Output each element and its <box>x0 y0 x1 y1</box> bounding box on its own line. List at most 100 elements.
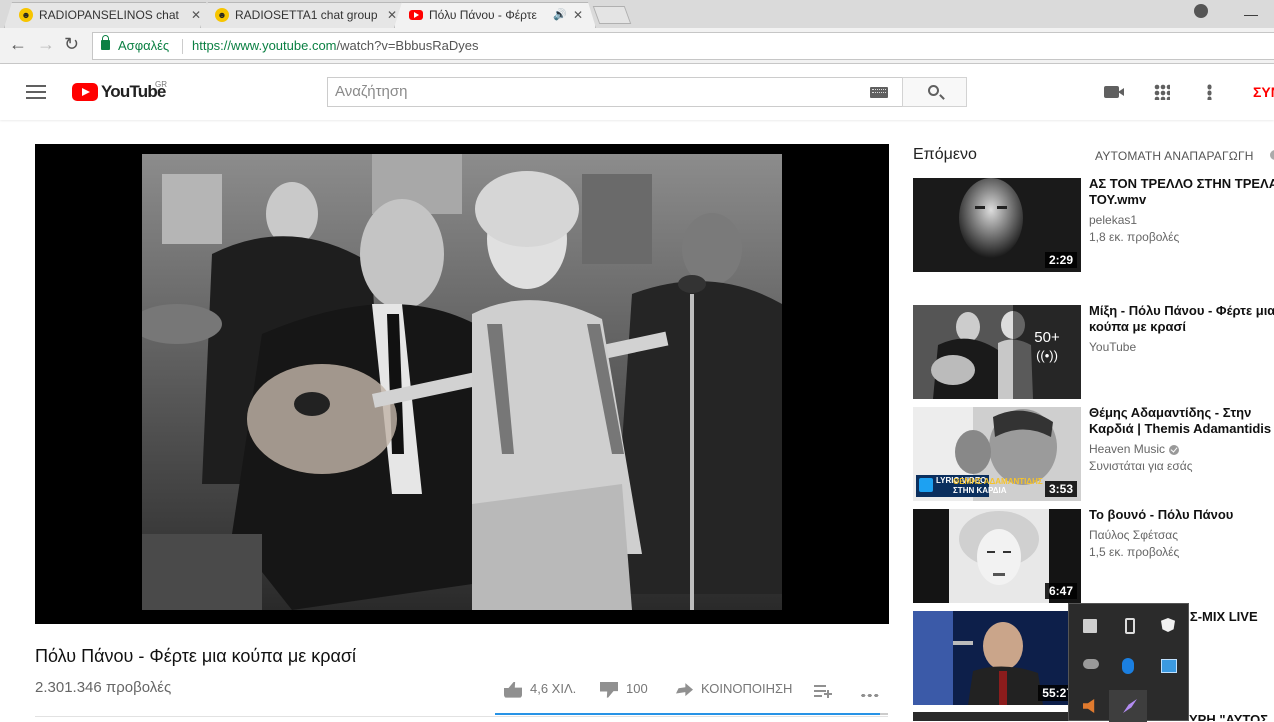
speaker-icon[interactable]: 🔊 <box>553 3 567 27</box>
recommended-video[interactable]: LYRIC VIDEO ΘΕΜΗΣ ΑΔΑΜΑΝΤΙΔΗΣ ΣΤΗΝ ΚΑΡΔΙ… <box>913 405 1274 502</box>
video-info: Το βουνό - Πόλυ Πάνου Παύλος Σφέτσας 1,5… <box>1089 507 1274 559</box>
profile-icon[interactable] <box>1194 4 1208 18</box>
more-horizontal-icon <box>860 693 880 699</box>
video-thumbnail[interactable] <box>913 712 1081 721</box>
like-dislike-bar <box>495 713 888 715</box>
settings-more-icon[interactable] <box>1207 84 1212 100</box>
tab-title: Πόλυ Πάνου - Φέρτε <box>429 8 537 22</box>
back-arrow-icon[interactable]: ← <box>9 34 27 55</box>
system-tray-overflow <box>1068 603 1189 722</box>
browser-tab-active[interactable]: Πόλυ Πάνου - Φέρτε 🔊 ✕ <box>394 2 596 28</box>
verified-check-icon <box>1169 444 1180 455</box>
add-to-playlist-icon <box>814 683 832 698</box>
share-button[interactable]: ΚΟΙΝΟΠΟΙΗΣΗ <box>676 681 793 697</box>
forward-arrow-icon[interactable]: → <box>37 34 55 55</box>
channel-name: Παύλος Σφέτσας <box>1089 528 1179 542</box>
search-icon <box>928 85 939 96</box>
mix-count: 50+ <box>1034 329 1060 346</box>
keyboard-icon[interactable] <box>870 87 888 98</box>
like-button[interactable]: 4,6 ΧΙΛ. <box>504 681 576 698</box>
video-info: Θέμης Αδαμαντίδης - Στην Καρδιά | Themis… <box>1089 405 1274 473</box>
youtube-favicon-icon <box>409 10 423 20</box>
lock-icon <box>101 35 110 50</box>
video-title[interactable]: ΑΣ ΤΟΝ ΤΡΕΛΛΟ ΣΤΗΝ ΤΡΕΛΑ ΤΟΥ.wmv <box>1089 176 1274 208</box>
video-info: Μίξη - Πόλυ Πάνου - Φέρτε μια κούπα με κ… <box>1089 303 1274 354</box>
video-thumbnail[interactable]: 2:29 <box>913 178 1081 272</box>
network-window-icon[interactable] <box>1161 659 1177 673</box>
tab-close-icon[interactable]: ✕ <box>573 3 583 27</box>
youtube-masthead: YouTube GR Αναζήτηση ΣΥΝ <box>0 64 1274 120</box>
tab-close-icon[interactable]: ✕ <box>191 3 201 27</box>
search-placeholder: Αναζήτηση <box>335 83 408 100</box>
channel-name: YouTube <box>1089 340 1137 354</box>
browser-toolbar: ← → ↻ Ασφαλές https://www.youtube.com/wa… <box>0 28 1274 64</box>
music-note-icon <box>919 478 933 492</box>
video-info: ΑΣ ΤΟΝ ΤΡΕΛΛΟ ΣΤΗΝ ΤΡΕΛΑ ΤΟΥ.wmv pelekas… <box>1089 176 1274 244</box>
thumbs-up-icon <box>504 681 522 698</box>
reload-icon[interactable]: ↻ <box>64 34 79 55</box>
dislike-count: 100 <box>626 681 648 696</box>
smiley-favicon-icon: ☻ <box>215 8 229 22</box>
menu-icon[interactable] <box>26 85 46 99</box>
view-count: 1,5 εκ. προβολές <box>1089 545 1180 559</box>
video-thumbnail[interactable]: 6:47 <box>913 509 1081 603</box>
tab-title: RADIOSETTA1 chat group <box>235 8 378 22</box>
sign-in-button[interactable]: ΣΥΝ <box>1253 84 1274 100</box>
apps-grid-icon[interactable] <box>1154 84 1170 100</box>
recommended-video[interactable]: 2:29 ΑΣ ΤΟΝ ΤΡΕΛΛΟ ΣΤΗΝ ΤΡΕΛΑ ΤΟΥ.wmv pe… <box>913 176 1274 273</box>
video-thumbnail[interactable]: 50+ ((•)) <box>913 305 1081 399</box>
more-actions-button[interactable] <box>860 687 888 702</box>
share-label: ΚΟΙΝΟΠΟΙΗΣΗ <box>701 681 793 696</box>
video-duration: 6:47 <box>1044 583 1077 599</box>
bluetooth-icon[interactable] <box>1122 658 1134 674</box>
display-icon[interactable] <box>1083 619 1097 633</box>
up-next-heading: Επόμενο <box>913 146 977 163</box>
lyric-caption-artist: ΘΕΜΗΣ ΑΔΑΜΑΝΤΙΔΗΣ <box>953 477 1043 486</box>
security-shield-icon[interactable] <box>1161 618 1175 632</box>
browser-tab[interactable]: ☻ RADIOSETTA1 chat group ✕ <box>200 2 410 28</box>
channel-name-text: Heaven Music <box>1089 442 1166 456</box>
secure-label: Ασφαλές <box>118 38 170 53</box>
like-count: 4,6 ΧΙΛ. <box>530 681 577 696</box>
video-thumbnail[interactable]: LYRIC VIDEO ΘΕΜΗΣ ΑΔΑΜΑΝΤΙΔΗΣ ΣΤΗΝ ΚΑΡΔΙ… <box>913 407 1081 501</box>
usb-device-icon[interactable] <box>1125 618 1135 634</box>
smiley-favicon-icon: ☻ <box>19 8 33 22</box>
recommended-mix[interactable]: 50+ ((•)) Μίξη - Πόλυ Πάνου - Φέρτε μια … <box>913 303 1274 400</box>
browser-tab[interactable]: ☻ RADIOPANSELINOS chat ✕ <box>4 2 214 28</box>
video-player[interactable] <box>35 144 889 624</box>
thumbs-down-icon <box>600 681 618 698</box>
address-bar[interactable]: Ασφαλές https://www.youtube.com/watch?v=… <box>92 32 1274 60</box>
like-ratio-fill <box>495 713 880 715</box>
add-to-playlist-button[interactable] <box>814 682 840 698</box>
autoplay-label: ΑΥΤΟΜΑΤΗ ΑΝΑΠΑΡΑΓΩΓΗ <box>1095 149 1254 163</box>
search-button[interactable] <box>902 77 967 107</box>
lyric-caption: ΘΕΜΗΣ ΑΔΑΜΑΝΤΙΔΗΣ ΣΤΗΝ ΚΑΡΔΙΑ <box>953 477 1043 495</box>
video-duration: 2:29 <box>1044 252 1077 268</box>
cloud-icon[interactable] <box>1083 659 1099 669</box>
video-thumbnail[interactable]: 55:27 <box>913 611 1081 705</box>
video-title[interactable]: Το βουνό - Πόλυ Πάνου <box>1089 507 1274 523</box>
url-host: https://www.youtube.com <box>192 38 337 53</box>
browser-tabstrip: ☻ RADIOPANSELINOS chat ✕ ☻ RADIOSETTA1 c… <box>0 0 1274 28</box>
volume-icon[interactable] <box>1083 699 1095 713</box>
share-icon <box>676 683 693 697</box>
dislike-button[interactable]: 100 <box>600 681 648 698</box>
video-duration: 3:53 <box>1044 481 1077 497</box>
new-tab-button[interactable] <box>592 6 632 24</box>
section-divider <box>35 716 888 717</box>
video-title[interactable]: Μίξη - Πόλυ Πάνου - Φέρτε μια κούπα με κ… <box>1089 303 1274 335</box>
upload-video-icon[interactable] <box>1104 86 1124 98</box>
url-text[interactable]: https://www.youtube.com/watch?v=BbbusRaD… <box>192 33 479 59</box>
view-count: 2.301.346 προβολές <box>35 679 172 696</box>
video-still-image <box>142 154 782 610</box>
radio-waves-icon: ((•)) <box>1036 348 1058 363</box>
autoplay-toggle[interactable] <box>1270 150 1274 160</box>
recommended-video[interactable]: 6:47 Το βουνό - Πόλυ Πάνου Παύλος Σφέτσα… <box>913 507 1274 604</box>
minimize-icon[interactable]: — <box>1244 6 1258 22</box>
channel-name: pelekas1 <box>1089 213 1138 227</box>
search-input[interactable]: Αναζήτηση <box>327 77 903 107</box>
youtube-play-icon <box>72 83 98 101</box>
region-label: GR <box>155 80 167 89</box>
video-title[interactable]: Θέμης Αδαμαντίδης - Στην Καρδιά | Themis… <box>1089 405 1274 437</box>
mix-overlay: 50+ ((•)) <box>1013 305 1081 399</box>
